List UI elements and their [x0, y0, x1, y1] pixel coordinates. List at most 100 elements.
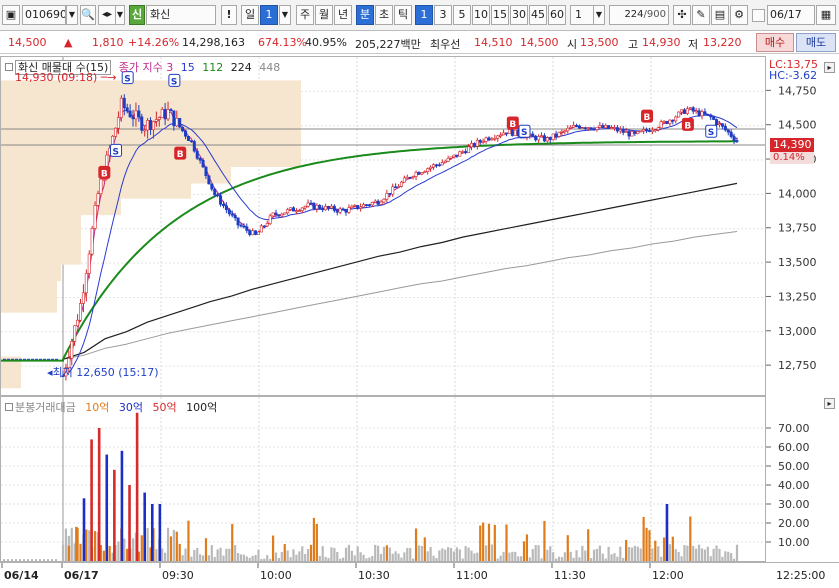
volume-bar — [315, 523, 318, 561]
candle-body — [595, 126, 599, 130]
buy-button[interactable]: 매수 — [756, 33, 794, 52]
period-year-button[interactable]: 년 — [334, 5, 352, 25]
date-checkbox[interactable] — [752, 9, 765, 22]
high-annotation-text: 14,930 (09:18) — [15, 71, 98, 84]
volume-chart-svg[interactable] — [1, 397, 765, 561]
minute-option-3[interactable]: 3 — [434, 5, 452, 25]
candle-body — [545, 137, 549, 142]
interval-input[interactable]: 1 — [570, 5, 594, 25]
calendar-icon[interactable]: ▦ — [816, 5, 836, 25]
candle-body — [172, 110, 176, 127]
period-month-button[interactable]: 월 — [315, 5, 333, 25]
candle-body — [732, 136, 736, 141]
candle-body — [137, 110, 141, 118]
signal-letter: S — [113, 147, 119, 157]
crosshair-icon[interactable]: ✣ — [673, 5, 691, 25]
volume-bar — [490, 544, 494, 561]
volume-profile-band — [1, 180, 191, 199]
candle-body — [227, 209, 231, 215]
scroll-button-bottom[interactable]: ▸ — [824, 398, 835, 409]
app-icon[interactable]: ▣ — [2, 5, 20, 25]
volume-profile-band — [1, 263, 61, 282]
candle-body — [592, 128, 596, 131]
price-chart-panel[interactable]: BSSSBBSBBS 화신 매물대 수(15) 종가 지수 3 15 112 2… — [0, 56, 766, 396]
candle-body — [429, 166, 433, 169]
candle-body — [639, 130, 643, 133]
interval-dropdown[interactable]: ▼ — [593, 5, 605, 25]
signal-letter: S — [708, 128, 714, 138]
volume-bar — [260, 559, 263, 561]
legend-ma-15: 15 — [180, 61, 195, 74]
minute-option-45[interactable]: 45 — [529, 5, 547, 25]
candle-body — [207, 175, 211, 185]
candle-body — [213, 188, 217, 196]
period-day-button[interactable]: 일 — [241, 5, 259, 25]
date-input[interactable]: 06/17 — [767, 5, 815, 25]
period-count-button[interactable]: 1 — [260, 5, 278, 25]
volume-bar — [64, 528, 68, 561]
code-dropdown-button[interactable]: ▼ — [66, 5, 78, 25]
volume-bar-highlight — [150, 504, 154, 561]
volume-axis[interactable]: 10.00 20.00 30.00 40.00 50.00 60.00 70.00 ▸ — [766, 396, 839, 562]
scroll-button-top[interactable]: ▸ — [824, 62, 835, 73]
candle-body — [481, 141, 485, 143]
volume-bar — [245, 556, 248, 561]
candle-body — [426, 168, 430, 172]
candle-body — [531, 133, 535, 137]
prev-day-volume-bar — [47, 559, 49, 561]
volume-bar-highlight — [97, 428, 101, 561]
candle-body — [277, 214, 281, 217]
minute-option-15[interactable]: 15 — [491, 5, 509, 25]
candle-body — [665, 121, 669, 124]
volume-chart-panel[interactable]: 분봉거래대금 10억 30억 50억 100억 — [0, 396, 766, 562]
period-week-button[interactable]: 주 — [296, 5, 314, 25]
minute-option-10[interactable]: 10 — [472, 5, 490, 25]
price-axis[interactable]: 12,75013,00013,25013,50013,75014,00014,2… — [766, 56, 839, 396]
volume-bar — [686, 545, 689, 561]
candle-body — [563, 130, 567, 133]
alert-button[interactable]: ! — [221, 5, 237, 25]
candle-body — [469, 143, 473, 148]
sell-button[interactable]: 매도 — [796, 33, 836, 52]
candle-body — [332, 205, 336, 211]
candle-body — [493, 138, 497, 140]
volume-legend-10: 10억 — [85, 401, 110, 414]
volume-bar-highlight — [67, 545, 71, 561]
volume-bar — [336, 551, 339, 561]
candle-body — [668, 119, 672, 124]
stock-code-input[interactable]: 010690 — [22, 5, 66, 25]
candle-body — [674, 116, 678, 122]
speaker-dropdown-button[interactable]: ▼ — [115, 5, 125, 25]
volume-bar — [207, 555, 210, 561]
minute-option-60[interactable]: 60 — [548, 5, 566, 25]
count-display[interactable]: 224/900 — [609, 5, 669, 25]
price-chart-svg[interactable]: BSSSBBSBBS — [1, 57, 765, 395]
period-count-dropdown[interactable]: ▼ — [279, 5, 291, 25]
volume-bar — [461, 558, 464, 561]
speaker-icon[interactable]: ◂▸ — [98, 5, 116, 25]
volume-bar — [496, 558, 499, 561]
minute-option-1[interactable]: 1 — [415, 5, 433, 25]
candle-body — [580, 127, 584, 130]
volume-bar — [344, 547, 348, 561]
candle-body — [647, 130, 651, 132]
chart-screen-icon[interactable]: ▤ — [711, 5, 729, 25]
candle-body — [566, 127, 570, 132]
volume-profile-band — [1, 246, 81, 265]
volume-bar — [166, 527, 170, 561]
period-tick-button[interactable]: 틱 — [394, 5, 412, 25]
volume-bar — [601, 553, 604, 561]
period-minute-button[interactable]: 분 — [356, 5, 374, 25]
gear-icon[interactable]: ⚙ — [730, 5, 748, 25]
minute-option-30[interactable]: 30 — [510, 5, 528, 25]
period-second-button[interactable]: 초 — [375, 5, 393, 25]
volume-bar — [342, 557, 345, 561]
search-icon[interactable]: 🔍 — [80, 5, 96, 25]
candle-body — [236, 217, 240, 226]
candle-body — [735, 140, 739, 142]
time-axis[interactable]: 06/14 06/17 09:30 10:00 10:30 11:00 11:30 12:00… — [0, 562, 839, 584]
volume-bar — [146, 528, 149, 561]
draw-tool-icon[interactable]: ✎ — [692, 5, 710, 25]
volume-bar — [371, 555, 374, 561]
minute-option-5[interactable]: 5 — [453, 5, 471, 25]
